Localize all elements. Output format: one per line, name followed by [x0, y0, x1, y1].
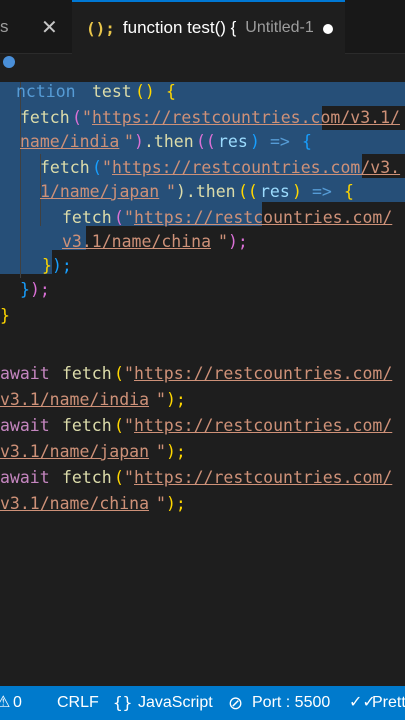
code-line: v3.1/name/japan "); [0, 442, 186, 461]
live-server-port[interactable]: Port : 5500 [252, 686, 330, 720]
code-line: fetch(" https://restcountries.com/v3.1/ [20, 108, 400, 127]
code-line: } [0, 306, 10, 325]
code-line: fetch(" https://restcountries.com/ [62, 208, 393, 227]
code-line: fetch(" https://restcountries.com/v3. [40, 158, 401, 177]
code-line: await fetch(" https://restcountries.com/ [0, 364, 393, 383]
status-bar: ⚠ 0 CRLF {} JavaScript ⊘ Port : 5500 ✓✓ … [0, 686, 405, 720]
tab-description: Untitled-1 [245, 19, 314, 36]
tab-title: function test() { [122, 18, 237, 37]
tab-untitled-1[interactable]: (); function test() { Untitled-1 [72, 0, 345, 54]
tab-previous[interactable]: s ✕ [0, 0, 72, 53]
language-mode[interactable]: JavaScript [138, 686, 213, 720]
code-line: }); [42, 256, 72, 275]
code-line: v3.1/name/china "); [0, 494, 186, 513]
block-icon: ⊘ [228, 693, 244, 713]
eol-selector[interactable]: CRLF [57, 686, 99, 720]
code-line: name/india ") .then((res) =>{ [20, 132, 312, 151]
code-editor[interactable]: nction test(){ fetch(" https://restcountri… [0, 54, 405, 686]
warning-icon[interactable]: ⚠ [0, 686, 10, 720]
close-icon[interactable]: ✕ [41, 15, 58, 40]
braces-icon: {} [113, 693, 133, 712]
prettier-status[interactable]: Prett [372, 686, 405, 720]
code-line: nction test(){ [16, 82, 176, 101]
code-line: v3.1/name/china "); [62, 232, 248, 251]
code-line: await fetch(" https://restcountries.com/ [0, 468, 393, 487]
function-icon: (); [86, 18, 115, 38]
code-line: await fetch(" https://restcountries.com/ [0, 416, 393, 435]
tab-previous-label: s [0, 16, 9, 36]
code-line: }); [20, 280, 50, 299]
problems-count[interactable]: 0 [13, 686, 22, 720]
tab-bar: s ✕ (); function test() { Untitled-1 [0, 0, 405, 54]
code-line: v3.1/name/india "); [0, 390, 186, 409]
code-line: 1/name/japan ").then((res) =>{ [40, 182, 354, 201]
unsaved-dot-icon[interactable] [323, 24, 333, 34]
